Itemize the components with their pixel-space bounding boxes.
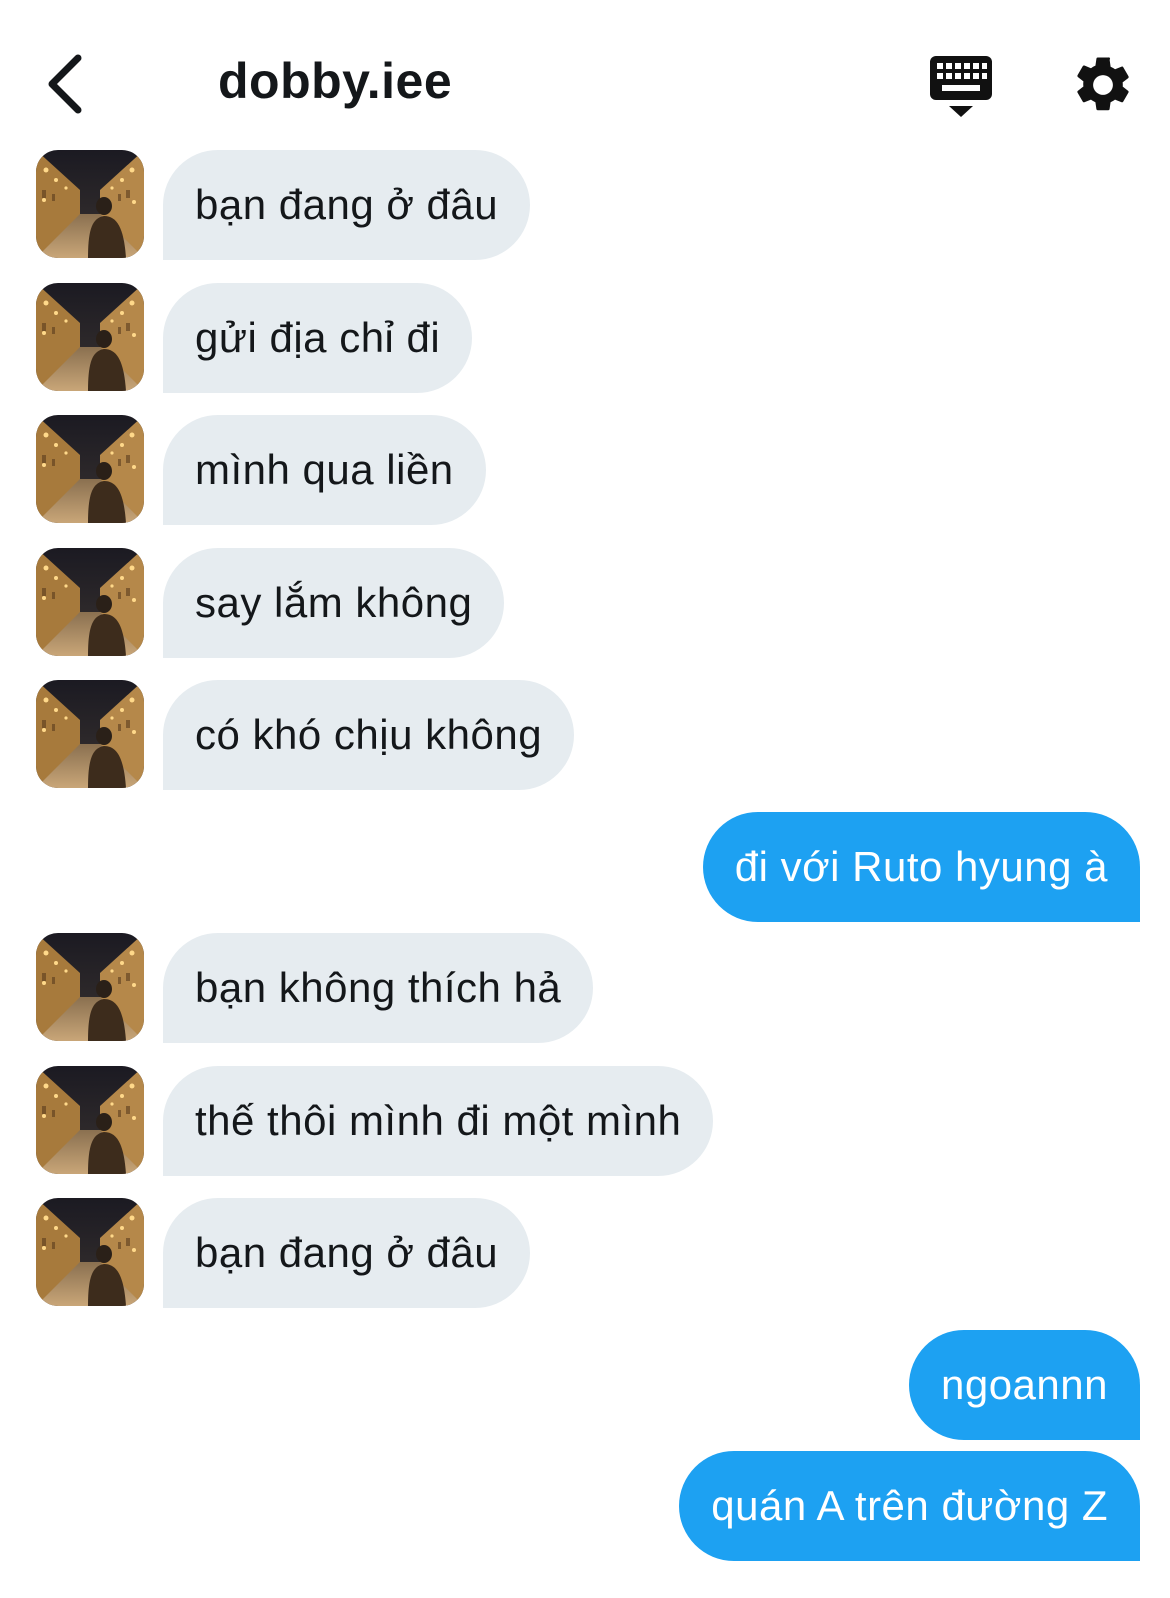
avatar-photo <box>36 680 144 788</box>
message-row: đi với Ruto hyung à <box>0 812 1170 922</box>
back-button[interactable] <box>40 50 100 120</box>
message-row: ngoannn <box>0 1330 1170 1440</box>
keyboard-button[interactable] <box>928 54 994 120</box>
message-row: thế thôi mình đi một mình <box>0 1066 1170 1176</box>
avatar-photo <box>36 548 144 656</box>
chevron-left-icon <box>48 54 82 114</box>
conversation-title[interactable]: dobby.iee <box>218 52 452 110</box>
message-row: bạn không thích hả <box>0 933 1170 1043</box>
avatar[interactable] <box>36 415 144 523</box>
message-row: bạn đang ở đâu <box>0 1198 1170 1308</box>
outgoing-message-bubble[interactable]: quán A trên đường Z <box>679 1451 1140 1561</box>
message-row: bạn đang ở đâu <box>0 150 1170 260</box>
incoming-message-bubble[interactable]: bạn không thích hả <box>163 933 594 1043</box>
keyboard-icon <box>930 56 992 117</box>
message-row: có khó chịu không <box>0 680 1170 790</box>
avatar-photo <box>36 933 144 1041</box>
avatar-photo <box>36 1066 144 1174</box>
avatar[interactable] <box>36 1198 144 1306</box>
gear-icon <box>1077 57 1129 111</box>
incoming-message-bubble[interactable]: bạn đang ở đâu <box>163 150 531 260</box>
avatar[interactable] <box>36 548 144 656</box>
incoming-message-bubble[interactable]: bạn đang ở đâu <box>163 1198 531 1308</box>
outgoing-message-bubble[interactable]: ngoannn <box>908 1330 1140 1440</box>
avatar-photo <box>36 1198 144 1306</box>
incoming-message-bubble[interactable]: gửi địa chỉ đi <box>163 283 473 393</box>
incoming-message-bubble[interactable]: có khó chịu không <box>163 680 575 790</box>
settings-button[interactable] <box>1070 52 1136 118</box>
message-row: quán A trên đường Z <box>0 1451 1170 1561</box>
message-row: say lắm không <box>0 548 1170 658</box>
avatar[interactable] <box>36 283 144 391</box>
avatar[interactable] <box>36 680 144 788</box>
incoming-message-bubble[interactable]: mình qua liền <box>163 415 486 525</box>
avatar[interactable] <box>36 933 144 1041</box>
message-row: mình qua liền <box>0 415 1170 525</box>
avatar-photo <box>36 415 144 523</box>
avatar[interactable] <box>36 1066 144 1174</box>
chat-header: dobby.iee <box>0 0 1170 160</box>
avatar[interactable] <box>36 150 144 258</box>
avatar-photo <box>36 150 144 258</box>
avatar-photo <box>36 283 144 391</box>
outgoing-message-bubble[interactable]: đi với Ruto hyung à <box>702 812 1140 922</box>
incoming-message-bubble[interactable]: say lắm không <box>163 548 505 658</box>
incoming-message-bubble[interactable]: thế thôi mình đi một mình <box>163 1066 714 1176</box>
message-row: gửi địa chỉ đi <box>0 283 1170 393</box>
